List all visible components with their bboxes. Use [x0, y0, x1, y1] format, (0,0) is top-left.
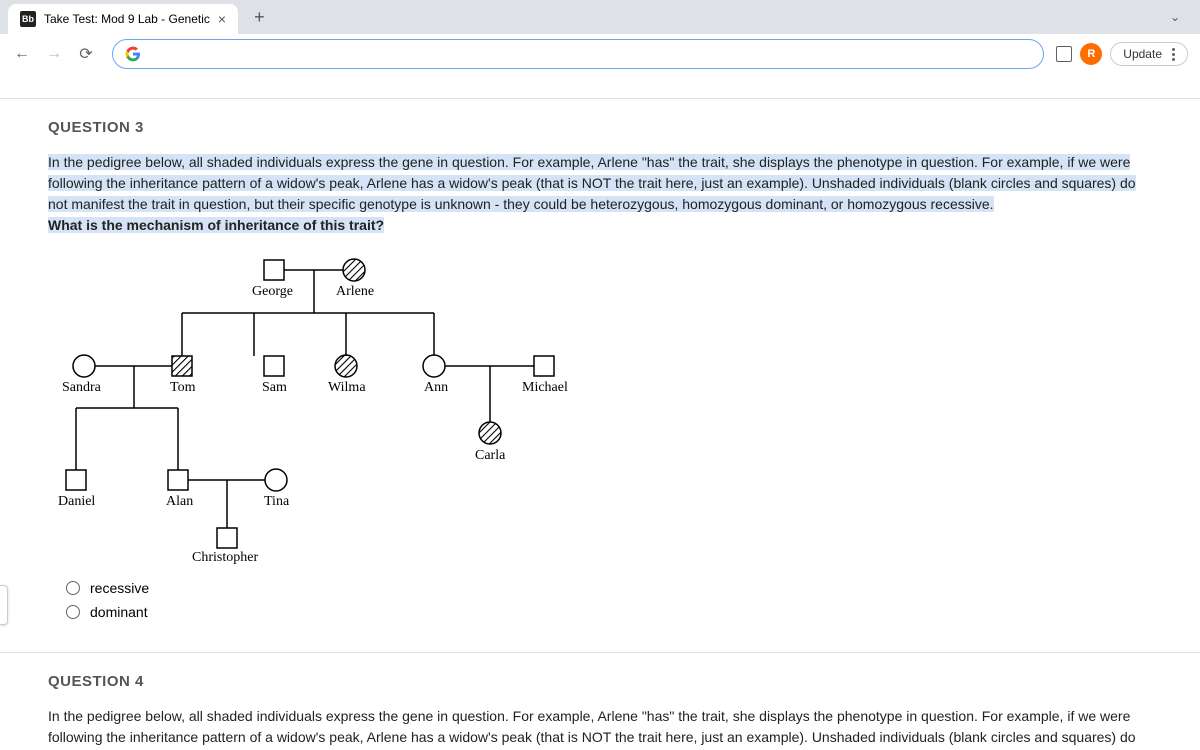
label-tina: Tina — [264, 494, 289, 510]
address-bar[interactable] — [112, 39, 1044, 69]
label-tom: Tom — [170, 380, 195, 396]
question-4-header: QUESTION 4 — [48, 673, 1152, 690]
side-panel-tab[interactable] — [0, 585, 8, 625]
label-sandra: Sandra — [62, 380, 101, 396]
option-dominant[interactable]: dominant — [66, 600, 1152, 624]
label-george: George — [252, 284, 293, 300]
window-controls: ⌄ — [1162, 6, 1200, 28]
radio-icon[interactable] — [66, 581, 80, 595]
pedigree-svg — [48, 248, 608, 568]
reload-button[interactable]: ⟳ — [72, 40, 100, 68]
panel-icon[interactable] — [1056, 46, 1072, 62]
label-michael: Michael — [522, 380, 568, 396]
label-alan: Alan — [166, 494, 193, 510]
question-3-body: In the pedigree below, all shaded indivi… — [48, 152, 1152, 236]
forward-button[interactable]: → — [40, 40, 68, 68]
update-label: Update — [1123, 47, 1162, 61]
option-recessive[interactable]: recessive — [66, 576, 1152, 600]
radio-icon[interactable] — [66, 605, 80, 619]
question-3-prompt: What is the mechanism of inheritance of … — [48, 217, 384, 233]
option-label: recessive — [90, 580, 149, 596]
browser-tab[interactable]: Bb Take Test: Mod 9 Lab - Genetic × — [8, 4, 238, 34]
google-icon — [125, 46, 141, 62]
more-icon[interactable] — [1168, 48, 1175, 61]
label-christopher: Christopher — [192, 550, 258, 566]
pedigree-chart: George Arlene Sandra Tom Sam Wilma Ann M… — [48, 248, 1152, 568]
label-carla: Carla — [475, 448, 505, 464]
label-sam: Sam — [262, 380, 287, 396]
chevron-down-icon[interactable]: ⌄ — [1162, 6, 1188, 28]
tab-strip: Bb Take Test: Mod 9 Lab - Genetic × + ⌄ — [0, 0, 1200, 34]
back-button[interactable]: ← — [8, 40, 36, 68]
label-ann: Ann — [424, 380, 448, 396]
label-wilma: Wilma — [328, 380, 366, 396]
divider — [0, 652, 1200, 653]
close-icon[interactable]: × — [218, 11, 226, 27]
option-label: dominant — [90, 604, 148, 620]
toolbar-right: R Update — [1056, 42, 1192, 66]
tab-title: Take Test: Mod 9 Lab - Genetic — [44, 12, 210, 26]
tab-favicon: Bb — [20, 11, 36, 27]
question-3-text: In the pedigree below, all shaded indivi… — [48, 154, 1136, 212]
new-tab-button[interactable]: + — [246, 7, 273, 28]
profile-badge[interactable]: R — [1080, 43, 1102, 65]
label-daniel: Daniel — [58, 494, 95, 510]
update-button[interactable]: Update — [1110, 42, 1188, 66]
page-content: QUESTION 3 In the pedigree below, all sh… — [0, 74, 1200, 750]
browser-chrome: Bb Take Test: Mod 9 Lab - Genetic × + ⌄ … — [0, 0, 1200, 74]
label-arlene: Arlene — [336, 284, 374, 300]
browser-toolbar: ← → ⟳ R Update — [0, 34, 1200, 74]
question-4-body: In the pedigree below, all shaded indivi… — [48, 706, 1152, 750]
question-4-text: In the pedigree below, all shaded indivi… — [48, 708, 1136, 750]
question-3-header: QUESTION 3 — [48, 119, 1152, 136]
answer-options: recessive dominant — [66, 576, 1152, 624]
